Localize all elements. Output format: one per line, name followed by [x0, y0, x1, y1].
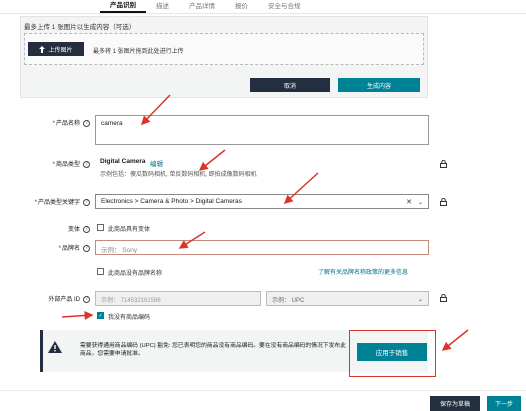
no-brand-checkbox[interactable]: [97, 268, 104, 275]
generate-content-button[interactable]: 生成内容: [338, 78, 420, 92]
next-button[interactable]: 下一步: [487, 396, 521, 411]
upload-dropzone[interactable]: [24, 33, 424, 65]
chevron-down-icon: ⌄: [417, 297, 423, 303]
tab-product-identity[interactable]: 产品识别: [100, 0, 146, 13]
brand-label: *品牌名?: [30, 243, 90, 252]
upload-image-button-label: 上传图片: [48, 47, 73, 54]
product-type-label: *商品类型?: [30, 159, 90, 168]
tab-description[interactable]: 描述: [146, 0, 179, 13]
tab-offer[interactable]: 报价: [225, 0, 258, 13]
tab-product-details[interactable]: 产品详情: [179, 0, 225, 13]
product-type-edit-link[interactable]: 编辑: [150, 158, 163, 168]
no-product-code-label: 我没有商品编码: [108, 315, 151, 321]
no-product-code-checkbox[interactable]: ✓: [97, 312, 104, 319]
variation-checkbox[interactable]: [97, 224, 104, 231]
annotation-highlight-box: [349, 330, 436, 377]
upload-instructions: 最多上传 1 张图片以生成内容（可选）: [24, 24, 136, 31]
external-id-type-placeholder: 示例： UPC: [272, 298, 305, 304]
upload-drag-hint: 最多将 1 张图片拖到此处进行上传: [93, 49, 184, 55]
upload-image-button[interactable]: 上传图片: [28, 42, 84, 56]
annotation-arrow: [441, 329, 469, 351]
variation-label: 变体?: [40, 224, 90, 233]
product-type-value: Digital Camera: [100, 158, 146, 165]
upload-arrow-icon: [39, 45, 46, 53]
help-icon[interactable]: ?: [83, 244, 90, 252]
help-icon[interactable]: ?: [83, 295, 90, 303]
help-icon[interactable]: ?: [83, 119, 90, 127]
product-keyword-label: *产品类型关键字?: [10, 197, 90, 206]
tab-safety-compliance[interactable]: 安全与合规: [258, 0, 311, 13]
product-keyword-select[interactable]: Electronics > Camera & Photo > Digital C…: [95, 194, 429, 209]
external-id-input[interactable]: 示例： 714532191586: [95, 291, 261, 306]
annotation-arrow: [61, 311, 94, 320]
upc-exemption-alert-text: 需要获得通用商品编码 (UPC) 豁免: 您已表明您的商品没有商品编码。要在没有…: [80, 343, 347, 357]
external-id-type-select[interactable]: 示例： UPC ⌄: [266, 291, 429, 306]
lock-icon: [440, 198, 447, 206]
product-keyword-value: Electronics > Camera & Photo > Digital C…: [101, 198, 242, 205]
variation-checkbox-label: 此商品具有变体: [108, 227, 151, 233]
warning-icon: [48, 341, 62, 353]
lock-icon: [440, 160, 447, 168]
product-type-example: 示例包括：傻瓜数码相机, 单反数码相机, 即拍成像数码相机: [100, 172, 257, 178]
tab-bar: 产品识别 描述 产品详情 报价 安全与合规: [0, 0, 526, 14]
external-id-label: 外部产品 ID?: [20, 294, 90, 303]
annotation-arrow: [198, 149, 226, 171]
save-draft-button[interactable]: 保存为草稿: [430, 396, 480, 411]
no-brand-checkbox-label: 此商品没有品牌名称: [108, 271, 163, 277]
brand-policy-link[interactable]: 了解有关品牌名称政策的更多信息: [318, 267, 408, 276]
help-icon[interactable]: ?: [83, 225, 90, 233]
lock-icon: [440, 294, 447, 302]
product-name-label: *产品名称?: [30, 118, 90, 127]
product-name-input[interactable]: camera: [95, 115, 429, 145]
clear-icon[interactable]: ✕: [406, 198, 412, 206]
brand-input[interactable]: 示例： Sony: [95, 240, 429, 255]
help-icon[interactable]: ?: [83, 198, 90, 206]
chevron-down-icon[interactable]: ⌄: [418, 199, 423, 206]
help-icon[interactable]: ?: [83, 160, 90, 168]
cancel-button[interactable]: 取消: [250, 78, 330, 92]
